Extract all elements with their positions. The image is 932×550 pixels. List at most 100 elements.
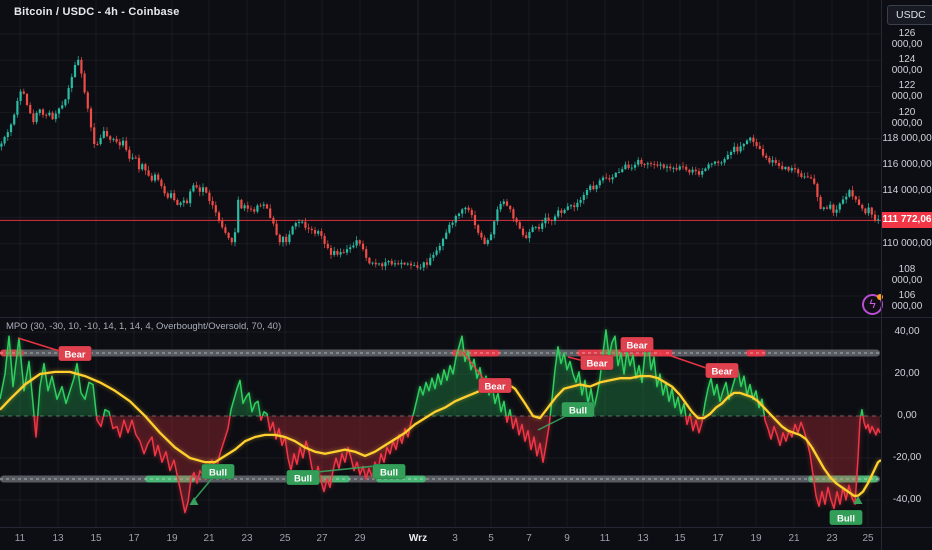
candle-body [521,228,525,236]
candle-body [57,108,61,114]
candle-body [659,164,662,166]
bear-label[interactable]: Bear [580,354,614,371]
candle-body [70,76,73,89]
candle-body [589,185,592,191]
time-tick-label: 13 [52,533,64,544]
candle-body [224,227,227,233]
candle-body [550,220,553,222]
time-tick-label: 25 [862,533,874,544]
candle-body [621,169,624,173]
candle-body [822,207,825,209]
candle-body [576,202,579,208]
candle-body [25,93,29,105]
bull-label[interactable]: Bull [829,509,863,526]
candle-body [813,178,816,184]
candle-body [400,262,403,265]
candle-body [608,178,611,180]
candle-body [134,157,137,159]
candle-body [496,209,499,222]
candle-body [432,254,435,258]
candle-body [531,227,534,233]
time-tick-label: 27 [316,533,328,544]
candle-body [592,185,595,190]
candle-body [326,243,329,249]
price-axis[interactable]: 126 000,00 124 000,00 122 000,00 120 000,00… [882,0,932,528]
candle-body [710,163,713,165]
candle-body [736,146,739,152]
candle-body [854,196,857,200]
candle-body [541,223,544,229]
candle-body [352,245,355,248]
candle-body [784,166,787,170]
candle-body [64,99,67,106]
time-tick-label: 29 [354,533,366,544]
time-tick-label: 23 [826,533,838,544]
candle-body [838,203,841,210]
candle-body [102,130,105,138]
price-tick-label: 122 000,00 [891,80,923,103]
candle-body [390,260,393,265]
time-tick-label: 3 [452,533,458,544]
candle-body [6,132,9,137]
candle-body [528,232,531,239]
bear-label[interactable]: Bear [620,336,654,353]
candle-body [870,207,873,215]
time-tick-label: 13 [637,533,649,544]
candle-body [32,113,35,123]
boost-button[interactable]: ϟ [862,294,883,315]
time-tick-label: 15 [90,533,102,544]
time-axis-separator [0,527,932,528]
candle-body [48,112,51,116]
candle-body [454,215,457,223]
candle-body [614,172,617,178]
indicator-legend[interactable]: MPO (30, -30, 10, -10, 14, 1, 14, 4, Ove… [6,321,281,332]
candle-body [793,168,797,170]
time-axis[interactable]: 11 13 15 17 19 21 23 25 27 29 Wrz 3 5 7 9 11 13 15 17 19 21 2… [0,528,932,550]
candle-body [617,172,621,173]
candle-body [662,164,665,168]
candle-body [806,176,809,178]
candle-body [816,183,819,197]
candle-body [627,164,630,168]
candle-body [707,164,710,169]
candle-body [182,200,185,203]
pane-separator[interactable] [0,317,932,318]
bear-label[interactable]: Bear [58,345,92,362]
candle-body [441,238,445,246]
candle-body [387,260,390,263]
price-tick-label: 106 000,00 [891,290,923,312]
bull-label[interactable]: Bull [372,463,406,480]
symbol-title[interactable]: Bitcoin / USDC - 4h - Coinbase [14,6,180,18]
candle-body [131,157,134,159]
candle-body [227,232,230,238]
candle-body [16,100,19,115]
candle-body [230,237,233,243]
candle-body [483,237,486,244]
candle-body [80,59,83,74]
candle-body [438,245,441,251]
candle-body [797,169,800,174]
candle-body [93,127,96,145]
candle-body [752,137,755,143]
candle-body [112,138,115,140]
candle-body [723,159,726,163]
candle-body [329,248,333,255]
bear-label[interactable]: Bear [705,362,739,379]
candle-body [233,232,237,243]
candle-body [553,216,557,221]
candle-body [128,149,131,159]
price-pane[interactable] [0,0,882,318]
svg-text:Bull: Bull [380,468,398,479]
bull-label[interactable]: Bull [286,469,320,486]
candle-body [605,177,608,179]
candle-body [262,204,265,206]
candle-body [9,124,13,133]
candle-body [320,231,323,236]
bear-label[interactable]: Bear [478,377,512,394]
candle-body [157,174,160,180]
indicator-pane[interactable]: Bear Bear Bear Bear Bear Bull Bull Bull Bull Bull [0,318,882,528]
bull-label[interactable]: Bull [201,463,235,480]
candle-body [3,136,6,144]
bull-label[interactable]: Bull [561,401,595,418]
candle-body [544,217,547,224]
